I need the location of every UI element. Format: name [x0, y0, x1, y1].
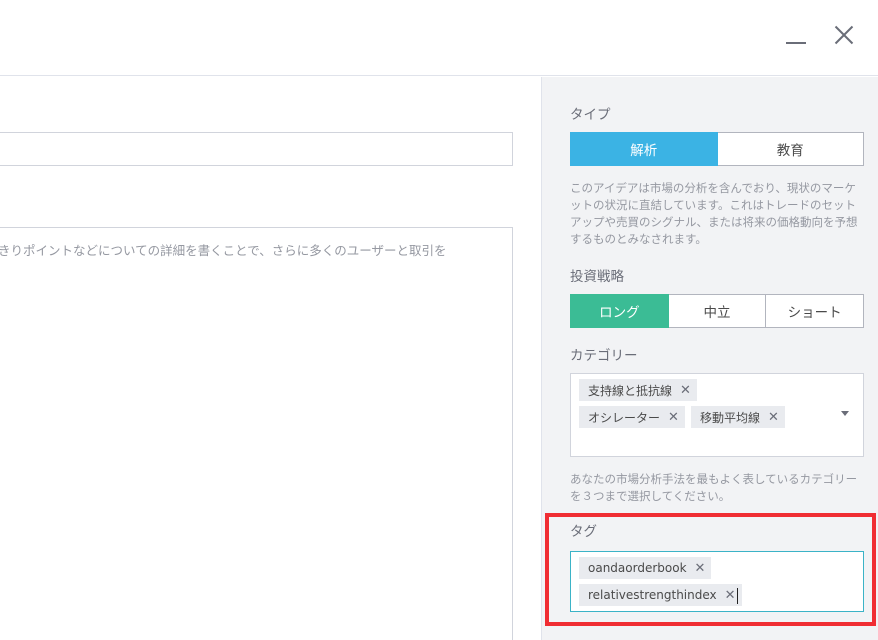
close-button[interactable]	[830, 22, 856, 48]
editor-pane: きりポイントなどについての詳細を書くことで、さらに多くのユーザーと取引を	[0, 77, 541, 640]
category-select[interactable]: 支持線と抵抗線 ✕ オシレーター ✕ 移動平均線 ✕	[570, 373, 864, 457]
chevron-down-icon[interactable]	[841, 411, 849, 416]
tag-input[interactable]: oandaorderbook ✕ relativestrengthindex ✕	[570, 551, 864, 612]
settings-pane: タイプ 解析 教育 このアイデアは市場の分析を含んでおり、現状のマーケットの状況…	[541, 77, 878, 640]
tag-chip: relativestrengthindex ✕	[579, 584, 742, 606]
idea-description-textarea[interactable]: きりポイントなどについての詳細を書くことで、さらに多くのユーザーと取引を	[0, 227, 513, 640]
remove-icon[interactable]: ✕	[695, 561, 706, 576]
remove-icon[interactable]: ✕	[668, 410, 679, 425]
type-help-text: このアイデアは市場の分析を含んでおり、現状のマーケットの状況に直結しています。こ…	[570, 181, 858, 246]
remove-icon[interactable]: ✕	[680, 383, 691, 398]
tag-label: タグ	[570, 524, 597, 540]
chip-label: relativestrengthindex	[588, 588, 717, 602]
strategy-option-long[interactable]: ロング	[570, 294, 669, 328]
strategy-selector: ロング 中立 ショート	[570, 294, 865, 328]
type-option-analysis[interactable]: 解析	[570, 132, 718, 166]
description-placeholder: きりポイントなどについての詳細を書くことで、さらに多くのユーザーと取引を	[0, 243, 447, 258]
chip-label: オシレーター	[588, 410, 661, 425]
minimize-icon	[786, 42, 806, 44]
minimize-button[interactable]	[783, 22, 809, 48]
category-chip: 支持線と抵抗線 ✕	[579, 379, 697, 401]
idea-title-input[interactable]	[0, 132, 513, 166]
category-chip: オシレーター ✕	[579, 406, 685, 428]
remove-icon[interactable]: ✕	[725, 588, 736, 603]
type-option-education[interactable]: 教育	[717, 132, 864, 166]
chip-label: 支持線と抵抗線	[588, 383, 673, 398]
category-help-text: あなたの市場分析手法を最もよく表しているカテゴリーを３つまで選択してください。	[570, 472, 858, 503]
category-label: カテゴリー	[570, 348, 638, 364]
dialog-header	[0, 0, 878, 76]
strategy-option-neutral[interactable]: 中立	[668, 294, 767, 328]
strategy-option-short[interactable]: ショート	[766, 294, 865, 328]
type-selector: 解析 教育	[570, 132, 864, 166]
remove-icon[interactable]: ✕	[768, 410, 779, 425]
strategy-label: 投資戦略	[570, 269, 624, 285]
chip-label: 移動平均線	[700, 410, 761, 425]
category-chip: 移動平均線 ✕	[691, 406, 785, 428]
type-label: タイプ	[570, 107, 611, 123]
tag-chip: oandaorderbook ✕	[579, 557, 712, 579]
text-cursor	[737, 588, 738, 604]
chip-label: oandaorderbook	[588, 561, 687, 575]
